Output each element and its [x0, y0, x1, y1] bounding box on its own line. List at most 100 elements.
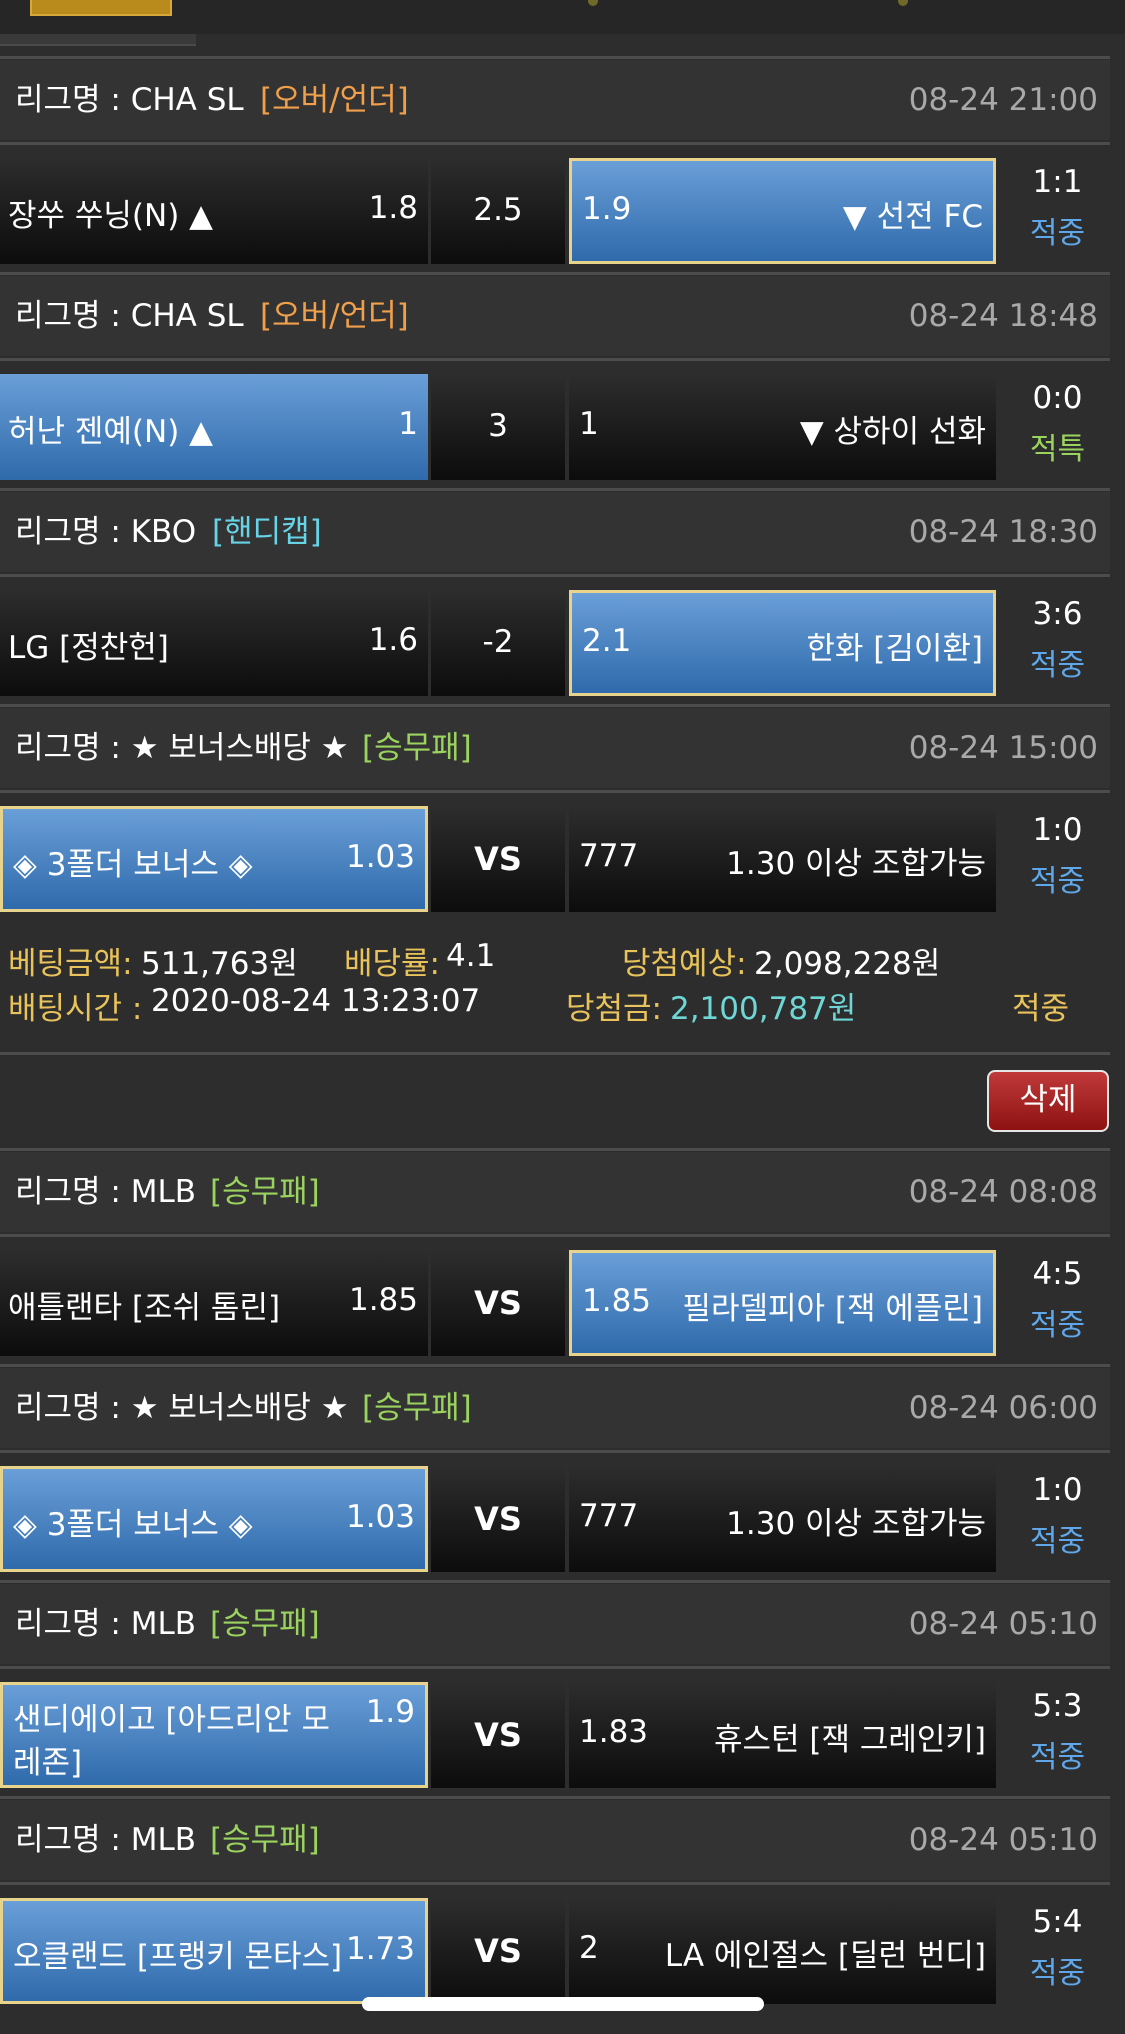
- bet-time-value: 2020-08-24 13:23:07: [151, 983, 481, 1019]
- bet-type-tag: [오버/언더]: [260, 298, 409, 334]
- tab-indicator: [0, 34, 196, 46]
- match-datetime: 08-24 05:10: [908, 1606, 1098, 1642]
- away-odds: 777: [579, 1498, 639, 1534]
- bet-time-label: 배팅시간 :: [8, 991, 143, 1027]
- divider: [0, 358, 1110, 361]
- bet-type-tag: [오버/언더]: [260, 82, 409, 118]
- bet-type-tag: [승무패]: [210, 1822, 320, 1858]
- result-status: 적중: [1029, 1308, 1086, 1343]
- home-odds: 1.73: [345, 1931, 415, 1967]
- center-line: VS: [431, 1250, 565, 1356]
- away-selection[interactable]: 777 1.30 이상 조합가능: [569, 1466, 996, 1572]
- league-name: 리그명 : CHA SL: [15, 298, 244, 334]
- bet-result: 적중: [1012, 991, 1070, 1027]
- league-name: 리그명 : KBO: [15, 514, 197, 550]
- win-amount-value: 2,100,787원: [670, 991, 857, 1027]
- match-result: 1:0 적중: [995, 1472, 1120, 1560]
- match-datetime: 08-24 08:08: [908, 1174, 1098, 1210]
- match-result: 5:3 적중: [995, 1688, 1120, 1776]
- home-team: 허난 젠예(N) ▲: [8, 414, 214, 450]
- home-selection[interactable]: ◈ 3폴더 보너스 ◈ 1.03: [0, 1466, 428, 1572]
- home-selection[interactable]: 애틀랜타 [조쉬 톰린] 1.85: [0, 1250, 428, 1356]
- final-score: 1:1: [1032, 164, 1083, 200]
- away-selection[interactable]: 1.83 휴스턴 [잭 그레인키]: [569, 1682, 996, 1788]
- home-team-line1: 샌디에이고 [아드리안 모: [13, 1702, 331, 1738]
- home-selection[interactable]: LG [정찬헌] 1.6: [0, 590, 428, 696]
- home-selection[interactable]: ◈ 3폴더 보너스 ◈ 1.03: [0, 806, 428, 912]
- result-status: 적중: [1029, 1524, 1086, 1559]
- divider: [0, 1148, 1110, 1151]
- vs-label: VS: [474, 1932, 522, 1970]
- home-odds: 1: [398, 406, 418, 442]
- match-datetime: 08-24 18:48: [908, 298, 1098, 334]
- final-score: 3:6: [1032, 596, 1083, 632]
- league-name: 리그명 : MLB: [15, 1174, 196, 1210]
- away-selection[interactable]: 1.85 필라델피아 [잭 에플린]: [569, 1250, 996, 1356]
- league-header: 리그명 : ★ 보너스배당 ★ [승무패] 08-24 06:00: [0, 1368, 1110, 1448]
- match-datetime: 08-24 15:00: [908, 730, 1098, 766]
- away-team: 필라델피아 [잭 에플린]: [682, 1291, 983, 1327]
- bet-type-tag: [핸디캡]: [212, 514, 322, 550]
- away-team: ▼ 상하이 선화: [799, 414, 986, 450]
- league-header: 리그명 : MLB [승무패] 08-24 05:10: [0, 1800, 1110, 1880]
- bet-amount-value: 511,763원: [141, 946, 298, 982]
- divider: [0, 1882, 1110, 1885]
- home-team: 장쑤 쑤닝(N) ▲: [8, 198, 214, 234]
- away-selection[interactable]: 2 LA 에인절스 [딜런 번디]: [569, 1898, 996, 2004]
- away-selection[interactable]: 777 1.30 이상 조합가능: [569, 806, 996, 912]
- match-result: 5:4 적중: [995, 1904, 1120, 1992]
- league-name: 리그명 : CHA SL: [15, 82, 244, 118]
- away-odds: 1: [579, 406, 599, 442]
- match-datetime: 08-24 06:00: [908, 1390, 1098, 1426]
- divider: [0, 1450, 1110, 1453]
- delete-button[interactable]: 삭제: [987, 1070, 1109, 1132]
- home-selection[interactable]: 샌디에이고 [아드리안 모 레존] 1.9: [0, 1682, 428, 1788]
- match-result: 0:0 적특: [995, 380, 1120, 468]
- site-logo[interactable]: [30, 0, 172, 16]
- away-team: ▼ 선전 FC: [842, 199, 983, 235]
- home-odds: 1.03: [345, 839, 415, 875]
- bet-type-tag: [승무패]: [362, 730, 472, 766]
- center-line: VS: [431, 806, 565, 912]
- home-selection[interactable]: 오클랜드 [프랭키 몬타스] 1.73: [0, 1898, 428, 2004]
- header-decoration: [588, 0, 598, 6]
- header-decoration: [898, 0, 908, 6]
- odds-value: 4.1: [446, 938, 496, 974]
- home-odds: 1.6: [368, 622, 418, 658]
- vs-label: VS: [474, 1284, 522, 1322]
- home-indicator[interactable]: [362, 1997, 764, 2011]
- home-selection[interactable]: 허난 젠예(N) ▲ 1: [0, 374, 428, 480]
- away-odds: 1.85: [582, 1283, 652, 1319]
- divider: [0, 704, 1110, 707]
- home-odds: 1.03: [345, 1499, 415, 1535]
- center-line: 3: [431, 374, 565, 480]
- away-odds: 2.1: [582, 623, 632, 659]
- match-result: 3:6 적중: [995, 596, 1120, 684]
- away-odds: 2: [579, 1930, 599, 1966]
- home-odds: 1.9: [365, 1694, 415, 1730]
- home-team: 오클랜드 [프랭키 몬타스]: [13, 1939, 343, 1975]
- away-odds: 1.9: [582, 191, 632, 227]
- league-header: 리그명 : CHA SL [오버/언더] 08-24 21:00: [0, 60, 1110, 140]
- home-selection[interactable]: 장쑤 쑤닝(N) ▲ 1.8: [0, 158, 428, 264]
- handicap-value: 3: [488, 408, 508, 444]
- away-odds: 1.83: [579, 1714, 649, 1750]
- center-line: VS: [431, 1466, 565, 1572]
- divider: [0, 1796, 1110, 1799]
- bet-type-tag: [승무패]: [210, 1174, 320, 1210]
- result-status: 적중: [1029, 216, 1086, 251]
- away-selection[interactable]: 1 ▼ 상하이 선화: [569, 374, 996, 480]
- vs-label: VS: [474, 840, 522, 878]
- league-name: 리그명 : MLB: [15, 1822, 196, 1858]
- away-selection[interactable]: 2.1 한화 [김이환]: [569, 590, 996, 696]
- final-score: 5:4: [1032, 1904, 1083, 1940]
- away-team: 1.30 이상 조합가능: [726, 846, 986, 882]
- away-selection[interactable]: 1.9 ▼ 선전 FC: [569, 158, 996, 264]
- divider: [0, 1052, 1110, 1055]
- divider: [0, 790, 1110, 793]
- home-team: ◈ 3폴더 보너스 ◈: [13, 847, 253, 883]
- match-result: 4:5 적중: [995, 1256, 1120, 1344]
- divider: [0, 488, 1110, 491]
- match-datetime: 08-24 05:10: [908, 1822, 1098, 1858]
- league-name: 리그명 : ★ 보너스배당 ★: [15, 730, 349, 766]
